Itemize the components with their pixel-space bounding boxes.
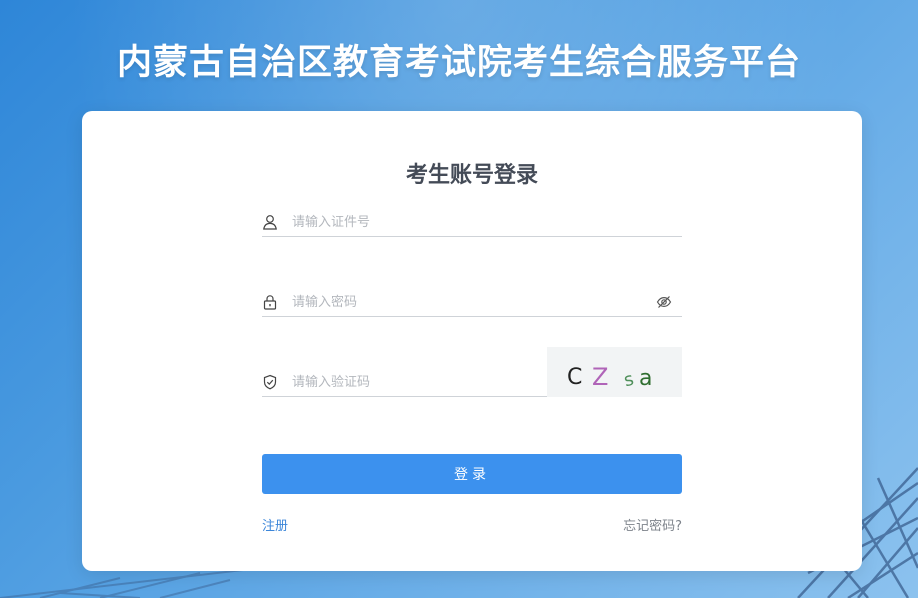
captcha-char: C [567, 365, 582, 390]
login-button[interactable]: 登录 [262, 454, 682, 494]
forgot-password-link[interactable]: 忘记密码? [623, 515, 682, 534]
id-number-input[interactable] [292, 212, 672, 232]
captcha-field: C Z s a [262, 347, 682, 397]
captcha-image[interactable]: C Z s a [547, 347, 682, 397]
eye-off-icon[interactable] [656, 294, 672, 310]
user-icon [263, 215, 277, 230]
login-card: 考生账号登录 C Z s a [82, 111, 862, 571]
password-field [262, 277, 682, 317]
login-heading: 考生账号登录 [405, 163, 538, 188]
password-input[interactable] [292, 292, 642, 312]
platform-title: 内蒙古自治区教育考试院考生综合服务平台 [116, 43, 801, 83]
captcha-char: Z [592, 363, 608, 391]
captcha-char: a [639, 366, 652, 391]
captcha-input[interactable] [292, 372, 532, 392]
lock-icon [263, 295, 277, 310]
register-link[interactable]: 注册 [262, 515, 288, 534]
id-number-field [262, 197, 682, 237]
shield-icon [263, 374, 277, 390]
